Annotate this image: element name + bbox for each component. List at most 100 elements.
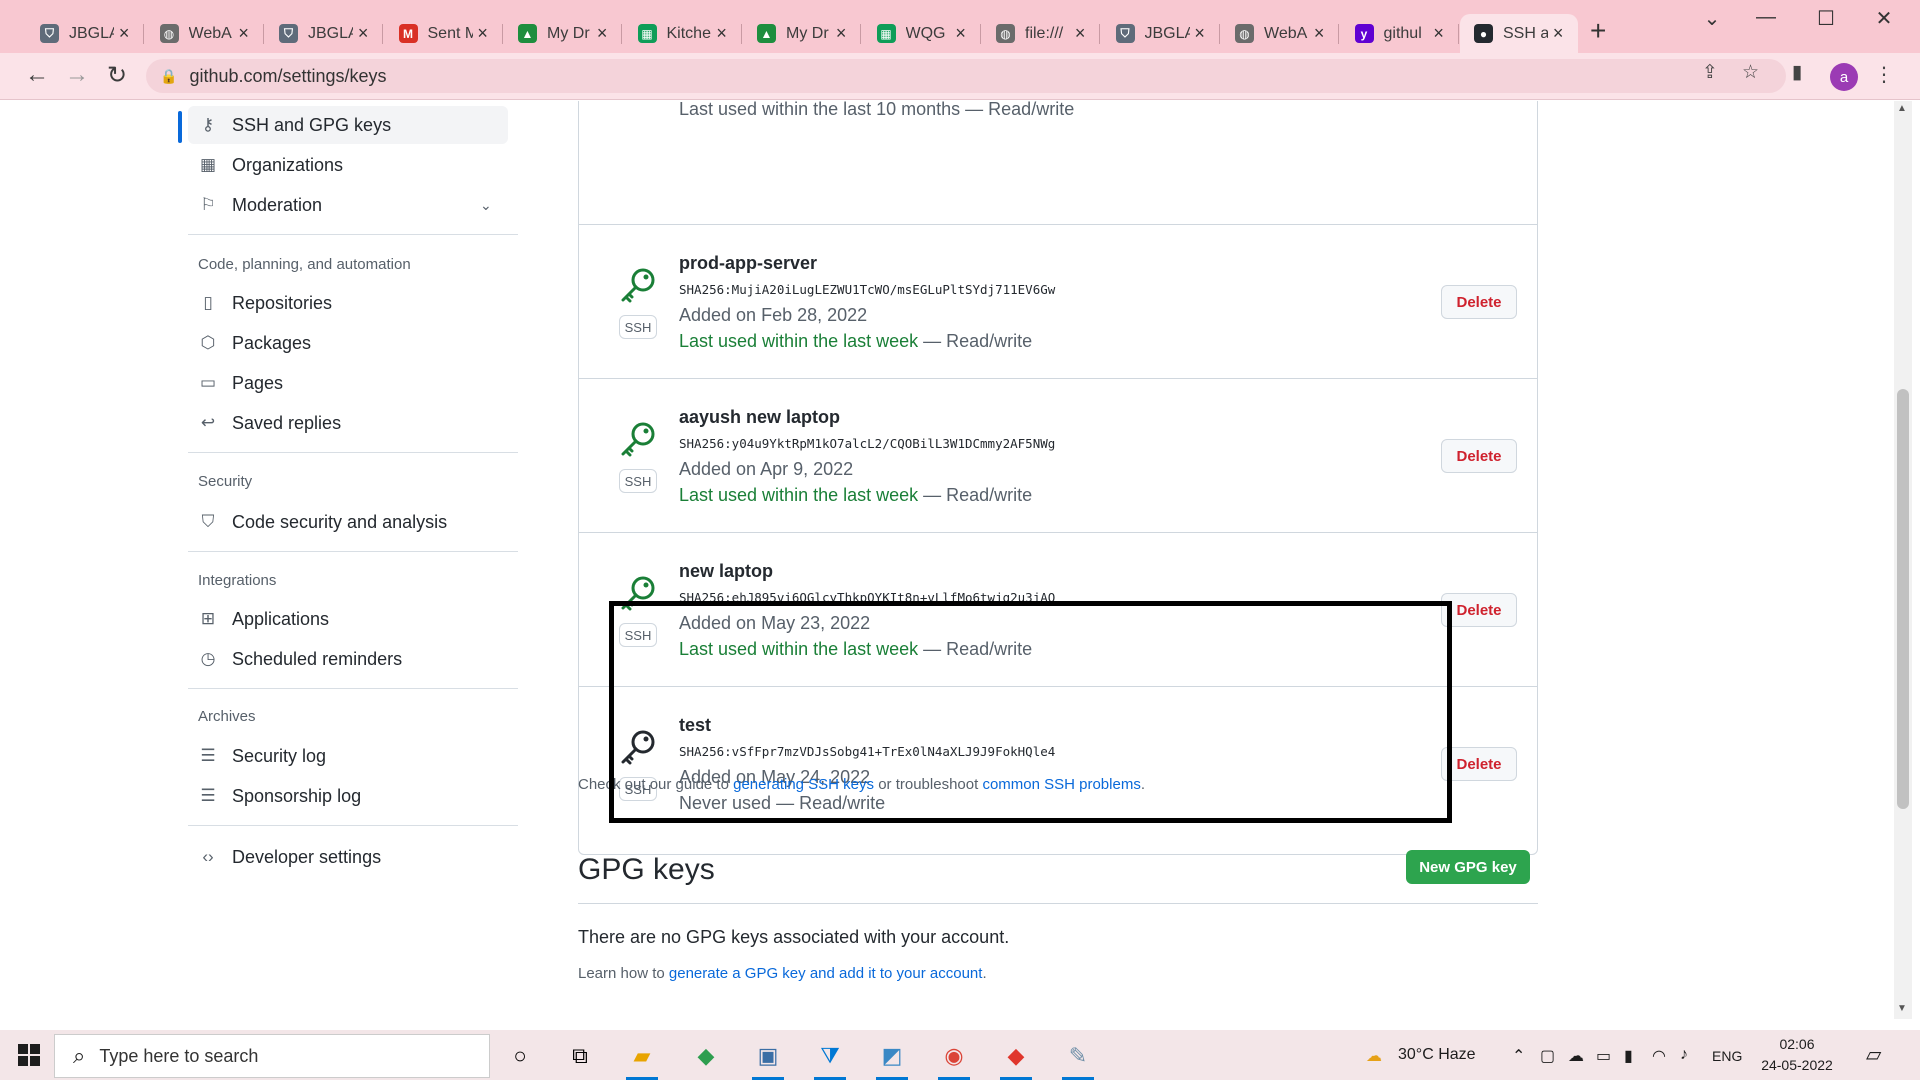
maximize-icon[interactable]: ☐ (1806, 6, 1846, 31)
browser-tab[interactable]: ◍ WebA × (146, 14, 264, 53)
scrollbar-thumb[interactable] (1897, 389, 1909, 809)
tray-chevron-icon[interactable]: ⌃ (1512, 1046, 1525, 1066)
ssh-key-access: — Read/write (918, 485, 1033, 505)
browser-tab[interactable]: ⛉ JBGLA× (1102, 14, 1220, 53)
paint-app-icon[interactable]: ✎ (1058, 1038, 1098, 1080)
browser-tab[interactable]: ▦ WQG × (863, 14, 981, 53)
bookmark-star-icon[interactable]: ☆ (1742, 61, 1759, 84)
language-indicator[interactable]: ENG (1712, 1048, 1742, 1064)
close-tab-icon[interactable]: × (831, 23, 851, 44)
app-icon[interactable]: ◩ (872, 1038, 912, 1080)
close-tab-icon[interactable]: × (114, 23, 134, 44)
vscode-icon[interactable]: ⧩ (810, 1038, 850, 1080)
close-tab-icon[interactable]: × (712, 23, 732, 44)
page-scrollbar[interactable]: ▲ ▼ (1894, 101, 1912, 1019)
browser-tab[interactable]: ▲ My Dr × (743, 14, 861, 53)
browser-tab[interactable]: ● SSH a × (1460, 14, 1578, 53)
scroll-down-icon[interactable]: ▼ (1897, 1003, 1907, 1014)
browser-tab[interactable]: ▦ Kitche × (624, 14, 742, 53)
tray-app-icon[interactable]: ▢ (1540, 1046, 1555, 1066)
tab-title: WebA (188, 24, 232, 42)
address-bar[interactable]: 🔒 github.com/settings/keys (146, 59, 1786, 93)
browser-tab[interactable]: ⛉ JBGLA× (26, 14, 144, 53)
url-text: github.com/settings/keys (189, 65, 387, 86)
sidebar-item-developer-settings[interactable]: ‹› Developer settings (188, 838, 508, 876)
close-window-icon[interactable]: ✕ (1864, 6, 1904, 31)
task-view-icon[interactable]: ⧉ (560, 1038, 600, 1074)
close-tab-icon[interactable]: × (1190, 23, 1210, 44)
battery-icon[interactable]: ▮ (1624, 1046, 1633, 1066)
windows-start-icon[interactable] (18, 1044, 40, 1066)
tab-title: WQG (905, 24, 946, 42)
sidebar-item-sponsorship-log[interactable]: ☰ Sponsorship log (188, 777, 508, 815)
new-gpg-key-button[interactable]: New GPG key (1406, 850, 1530, 884)
remote-desktop-icon[interactable]: ▣ (748, 1038, 788, 1080)
delete-key-button[interactable]: Delete (1441, 285, 1517, 319)
profile-avatar[interactable]: a (1830, 63, 1858, 91)
sidebar-item-pages[interactable]: ▭ Pages (188, 364, 508, 402)
shield-icon: ⛉ (201, 512, 215, 531)
tab-separator (1099, 24, 1100, 44)
close-tab-icon[interactable]: × (1309, 23, 1329, 44)
tab-search-icon[interactable]: ⌄ (1692, 6, 1732, 31)
forward-button[interactable]: → (62, 61, 92, 89)
delete-key-button[interactable]: Delete (1441, 593, 1517, 627)
browser-tab[interactable]: y githul × (1341, 14, 1459, 53)
chrome-icon[interactable]: ◉ (934, 1038, 974, 1080)
notifications-icon[interactable]: ▱ (1866, 1042, 1881, 1067)
sidebar-item-repositories[interactable]: ▯ Repositories (188, 284, 508, 322)
volume-icon[interactable]: ♪ (1680, 1046, 1688, 1064)
generate-gpg-key-link[interactable]: generate a GPG key and add it to your ac… (669, 965, 983, 982)
back-button[interactable]: ← (22, 61, 52, 89)
close-tab-icon[interactable]: × (1429, 23, 1449, 44)
close-tab-icon[interactable]: × (1070, 23, 1090, 44)
delete-key-button[interactable]: Delete (1441, 747, 1517, 781)
drive-icon: ▲ (518, 24, 537, 43)
sidebar-item-scheduled-reminders[interactable]: ◷ Scheduled reminders (188, 640, 508, 678)
wifi-icon[interactable]: ◠ (1652, 1046, 1666, 1066)
sidebar-item-code-security[interactable]: ⛉ Code security and analysis (188, 503, 508, 541)
close-tab-icon[interactable]: × (234, 23, 254, 44)
sidebar-item-moderation[interactable]: ⚐ Moderation (188, 186, 508, 224)
tray-display-icon[interactable]: ▭ (1596, 1046, 1611, 1066)
chevron-down-icon[interactable]: ⌄ (480, 197, 492, 214)
browser-tab[interactable]: ⛉ JBGLA× (265, 14, 383, 53)
minimize-icon[interactable]: — (1746, 6, 1786, 29)
yahoo-icon: y (1354, 24, 1374, 43)
maps-app-icon[interactable]: ◆ (686, 1038, 726, 1074)
repo-icon: ▯ (203, 293, 213, 312)
share-icon[interactable]: ⇪ (1702, 61, 1718, 84)
git-app-icon[interactable]: ◆ (996, 1038, 1036, 1080)
close-tab-icon[interactable]: × (592, 23, 612, 44)
close-tab-icon[interactable]: × (951, 23, 971, 44)
scroll-up-icon[interactable]: ▲ (1897, 103, 1907, 114)
side-panel-icon[interactable]: ▮ (1792, 61, 1802, 84)
browser-menu-icon[interactable]: ⋮ (1874, 62, 1894, 87)
reload-button[interactable]: ↻ (102, 61, 132, 90)
sidebar-heading-security: Security (198, 473, 253, 490)
weather-icon[interactable]: ☁ (1366, 1046, 1382, 1066)
taskbar-clock[interactable]: 02:06 24-05-2022 (1752, 1034, 1842, 1076)
taskbar-search[interactable]: ⌕ Type here to search (54, 1034, 490, 1078)
browser-tab[interactable]: ◍ WebA × (1221, 14, 1339, 53)
browser-tab[interactable]: M Sent M × (385, 14, 503, 53)
file-explorer-icon[interactable]: ▰ (622, 1038, 662, 1080)
tray-cloud-icon[interactable]: ☁ (1568, 1046, 1584, 1066)
ssh-key-row: SSH prod-app-server SHA256:MujiA20iLugLEZW… (579, 224, 1537, 378)
cortana-icon[interactable]: ○ (500, 1038, 540, 1074)
close-tab-icon[interactable]: × (1548, 23, 1568, 44)
sidebar-item-saved-replies[interactable]: ↩ Saved replies (188, 404, 508, 442)
sidebar-item-packages[interactable]: ⬡ Packages (188, 324, 508, 362)
globe-icon: ◍ (1235, 24, 1254, 43)
sidebar-item-applications[interactable]: ⊞ Applications (188, 600, 508, 638)
delete-key-button[interactable]: Delete (1441, 439, 1517, 473)
browser-tab[interactable]: ▲ My Dr × (504, 14, 622, 53)
browser-tab[interactable]: ◍ file:/// × (982, 14, 1100, 53)
close-tab-icon[interactable]: × (353, 23, 373, 44)
new-tab-button[interactable]: + (1590, 15, 1606, 47)
sidebar-item-ssh-gpg-keys[interactable]: ⚷ SSH and GPG keys (188, 106, 508, 144)
weather-text[interactable]: 30°C Haze (1398, 1046, 1476, 1064)
sidebar-item-security-log[interactable]: ☰ Security log (188, 737, 508, 775)
close-tab-icon[interactable]: × (473, 23, 493, 44)
sidebar-item-organizations[interactable]: ▦ Organizations (188, 146, 508, 184)
